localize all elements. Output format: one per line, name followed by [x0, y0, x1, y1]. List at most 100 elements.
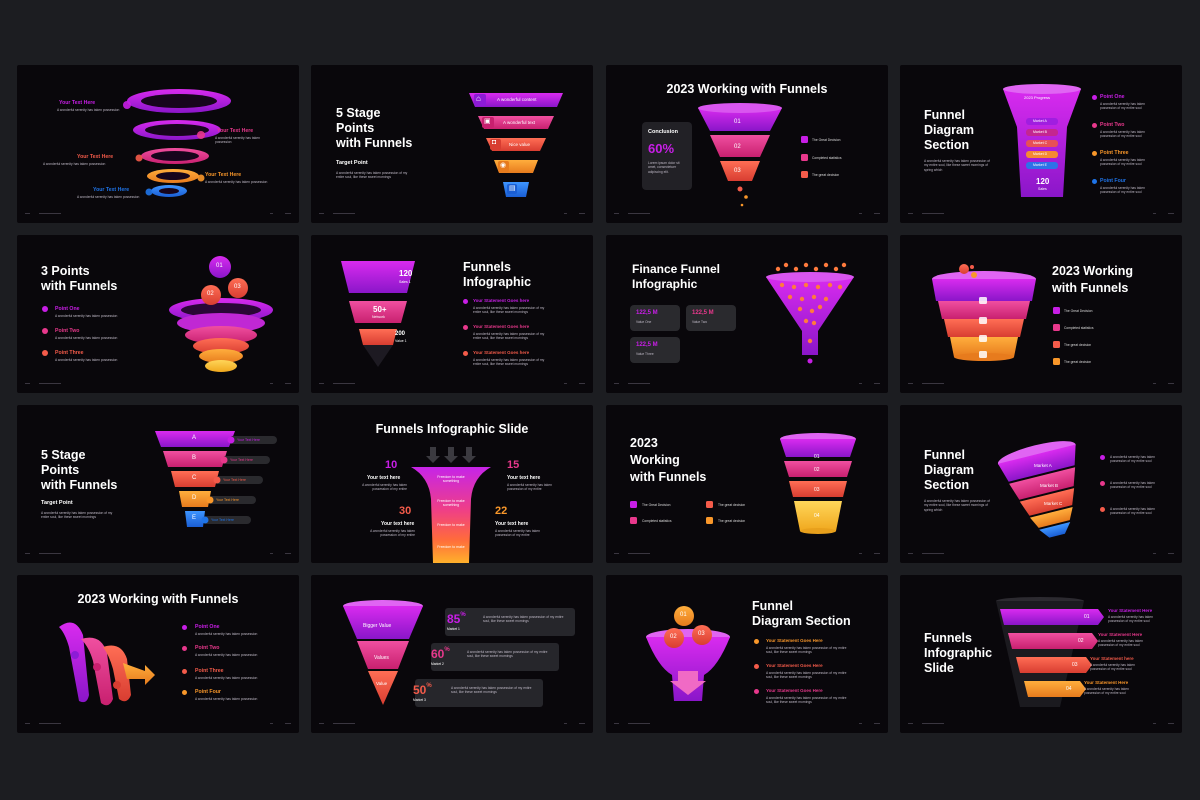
- legend-marker-2: [1053, 324, 1060, 331]
- point-label-4: Point Four: [1100, 178, 1126, 184]
- legend-marker-3: [801, 171, 808, 178]
- market-3-body: A wonderful serenity has taken possessio…: [451, 686, 532, 695]
- slide-6-funnels-infographic[interactable]: 120 Sales 1 50+ Network 200 Value 1 Funn…: [311, 235, 593, 393]
- market-3-value: 50%: [413, 683, 432, 697]
- item-label-3: Your Statement here: [1090, 656, 1134, 661]
- presentation-template-preview: { "colors": { "page_background": "#1c1d2…: [0, 0, 1200, 800]
- ring-label-2: Your Text Here: [217, 128, 254, 134]
- item-label-1: Your Statement Goes Here: [766, 638, 823, 643]
- ring-body-3: A wonderful serenity has taken possessio…: [43, 162, 106, 166]
- point-body-1: A wonderful serenity has taken possessio…: [195, 632, 258, 636]
- point-label-1: Point One: [195, 624, 220, 630]
- market-2-value-number: 60: [431, 647, 445, 661]
- point-body-2: A wonderful serenity has taken possessio…: [1100, 130, 1145, 139]
- ball-label-1: 01: [680, 612, 687, 618]
- item-body-4: A wonderful serenity has taken possessio…: [1084, 687, 1129, 696]
- item-label-2: Your Statement Goes here: [473, 324, 530, 329]
- slide-3-working-funnels[interactable]: 2023 Working with Funnels Conclusion 60%…: [606, 65, 888, 223]
- legend-marker-4: [1053, 358, 1060, 365]
- stat-22: 22: [495, 505, 508, 517]
- slide-title-line-1: Funnel: [752, 599, 793, 613]
- ball-label-3: 03: [234, 284, 241, 290]
- item-label-3: Your Statement Goes Here: [766, 688, 823, 693]
- item-body-3: A wonderful serenity has taken possessio…: [473, 358, 545, 367]
- market-3-value-number: 50: [413, 683, 427, 697]
- slide-15-funnel-diagram-section[interactable]: 01 02 03 Funnel Diagram Section Your Sta…: [606, 575, 888, 733]
- ball-label-3: 03: [698, 631, 705, 637]
- market-1-body: A wonderful serenity has taken possessio…: [483, 615, 564, 624]
- stage-label-1: Sales 1: [399, 280, 411, 284]
- slide-2-five-stage-funnel[interactable]: 5 Stage Points with Funnels Target Point…: [311, 65, 593, 223]
- slide-4-funnel-diagram-section[interactable]: Funnel Diagram Section A wonderful seren…: [900, 65, 1182, 223]
- legend-marker-3: [1053, 341, 1060, 348]
- cup-item-3: Market C: [1033, 141, 1048, 145]
- funnel-stage-3: Freedom to make: [437, 523, 465, 527]
- point-label-3: Point Three: [195, 668, 224, 674]
- point-body-4: A wonderful serenity has taken possessio…: [195, 697, 258, 701]
- ring-body-5: A wonderful serenity has taken possessio…: [77, 195, 140, 199]
- item-body-1: A wonderful serenity has taken possessio…: [1108, 615, 1153, 624]
- legend-item-2: Completed statistics: [812, 156, 842, 160]
- item-label-3: Your Statement Goes here: [473, 350, 530, 355]
- funnel-step-2: A wonderful text: [503, 120, 536, 125]
- slide-14-market-funnel[interactable]: Bigger Value Values Value 85% Market 1 A…: [311, 575, 593, 733]
- stat-30-body: A wonderful serenity has taken possessio…: [370, 529, 415, 538]
- cup-value: 120: [1036, 177, 1050, 186]
- stat-15-body: A wonderful serenity has taken possessio…: [507, 483, 552, 492]
- slide-1-funnel-rings[interactable]: Your Text Here A wonderful serenity has …: [17, 65, 299, 223]
- item-label-2: Your Statement Here: [1098, 632, 1143, 637]
- slide-11-working-funnels-layers[interactable]: 2023 Working with Funnels The Great Deci…: [606, 405, 888, 563]
- stat-15: 15: [507, 459, 520, 471]
- ring-label-4: Your Text Here: [205, 172, 242, 178]
- level-B: B: [192, 455, 197, 461]
- level-4: 04: [1066, 686, 1072, 692]
- home-icon: ⌂: [476, 94, 481, 103]
- tier-label-3: Market C: [1044, 501, 1063, 506]
- funnel-level-1: 01: [734, 119, 741, 125]
- point-dot-1: [1092, 95, 1097, 100]
- level-label-A: Your Text Here: [237, 438, 260, 442]
- slide-9-five-stage-abc[interactable]: 5 Stage Points with Funnels Target Point…: [17, 405, 299, 563]
- slide-footer: [614, 383, 880, 385]
- point-dot-4: [1092, 179, 1097, 184]
- stat-15-heading: Your text here: [507, 475, 541, 481]
- funnel-label-2: Values: [374, 655, 389, 661]
- slide-16-funnels-infographic-slide[interactable]: Funnels Infographic Slide 01 02 03 04 Yo…: [900, 575, 1182, 733]
- market-2-value: 60%: [431, 647, 450, 661]
- level-label-B: Your Text Here: [230, 458, 253, 462]
- slide-5-three-points[interactable]: 3 Points with Funnels Point One A wonder…: [17, 235, 299, 393]
- legend-item-3: The great decision: [1064, 343, 1092, 347]
- market-2-body: A wonderful serenity has taken possessio…: [467, 650, 548, 659]
- slide-8-working-funnels-cylinder[interactable]: 2023 Working with Funnels The Great Deci…: [900, 235, 1182, 393]
- slide-13-working-funnels-ribbon[interactable]: 2023 Working with Funnels Point One A wo…: [17, 575, 299, 733]
- slide-footer: [319, 723, 585, 725]
- point-body-3: A wonderful serenity has taken possessio…: [195, 676, 258, 680]
- slide-title-line-1: 2023 Working: [1052, 264, 1134, 278]
- point-label-4: Point Four: [195, 689, 221, 695]
- funnel-step-1: A wonderful content: [497, 97, 537, 102]
- level-label-C: Your Text Here: [223, 478, 246, 482]
- slide-7-finance-funnel[interactable]: Finance Funnel Infographic 122,5 M Value…: [606, 235, 888, 393]
- item-dot-1: [1100, 455, 1105, 460]
- building-icon: ▤: [509, 185, 516, 192]
- legend-marker-1: [1053, 307, 1060, 314]
- point-dot-2: [182, 646, 187, 651]
- point-dot-4: [182, 690, 187, 695]
- slide-12-funnel-diagram-tilted[interactable]: Funnel Diagram Section A wonderful seren…: [900, 405, 1182, 563]
- cart-icon: ▣: [484, 118, 491, 125]
- stat-22-heading: Your text here: [495, 521, 529, 527]
- point-body-4: A wonderful serenity has taken possessio…: [1100, 186, 1145, 195]
- legend-item-4: The great decision: [1064, 360, 1092, 364]
- ball-label-2: 02: [670, 634, 677, 640]
- slide-10-funnels-infographic-slide[interactable]: Funnels Infographic Slide 10 Your text h…: [311, 405, 593, 563]
- item-label-4: Your Statement Here: [1084, 680, 1129, 685]
- slide-footer: [319, 213, 585, 215]
- point-body-2: A wonderful serenity has taken possessio…: [195, 653, 258, 657]
- stage-label-3: Value 1: [395, 339, 407, 343]
- item-dot-2: [1100, 481, 1105, 486]
- slide-footer: [614, 723, 880, 725]
- item-body-2: A wonderful serenity has taken possessio…: [1110, 481, 1155, 490]
- tier-label-1: Market A: [1034, 463, 1052, 468]
- slide-title-line-2: Infographic: [463, 275, 532, 289]
- level-C: C: [192, 475, 197, 481]
